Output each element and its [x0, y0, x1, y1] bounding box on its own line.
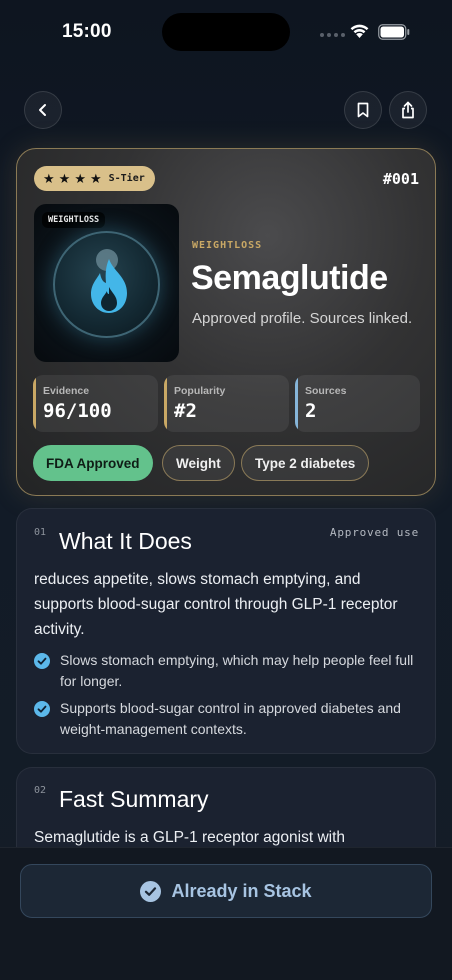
stat-accent-bar: [295, 375, 298, 432]
dynamic-island: [162, 13, 290, 51]
compound-hero-card: ★ ★ ★ ★ S-Tier #001 WEIGHTLOSS WEIGHTLOS…: [16, 148, 436, 496]
stat-value: 96/100: [43, 400, 112, 422]
back-arrow-icon: [39, 104, 46, 116]
already-in-stack-button[interactable]: Already in Stack: [20, 864, 432, 918]
star-icon: ★: [58, 171, 71, 186]
check-icon: [34, 653, 50, 669]
compound-category: WEIGHTLOSS: [192, 240, 263, 251]
section-number: 02: [34, 785, 47, 796]
chip-type-2-diabetes[interactable]: Type 2 diabetes: [241, 445, 370, 481]
share-icon: [402, 101, 414, 119]
stat-evidence: Evidence 96/100: [33, 375, 158, 432]
section-note: Approved use: [329, 526, 419, 539]
stat-value: #2: [174, 400, 197, 422]
section-title: Fast Summary: [59, 786, 209, 812]
rank-number: #001: [382, 170, 419, 188]
stat-label: Evidence: [43, 385, 90, 397]
star-icon: ★: [89, 171, 102, 186]
section-number: 01: [34, 527, 47, 538]
tier-badge: ★ ★ ★ ★ S-Tier: [34, 166, 155, 191]
bookmark-icon: [357, 102, 369, 118]
chip-weight[interactable]: Weight: [162, 445, 235, 481]
flame-icon: [91, 259, 127, 313]
status-time: 15:00: [62, 21, 112, 42]
stat-sources[interactable]: Sources 2: [295, 375, 420, 432]
cellular-signal-icon: [320, 33, 345, 37]
compound-tagline: Approved profile. Sources linked.: [192, 310, 413, 327]
what-it-does-section: 01 What It Does Approved use reduces app…: [16, 508, 436, 754]
star-icon: ★: [43, 171, 55, 186]
tier-label: S-Tier: [108, 173, 145, 184]
section-title: What It Does: [59, 528, 192, 554]
battery-icon: [378, 24, 410, 40]
star-icon: ★: [74, 171, 86, 186]
stat-accent-bar: [33, 375, 36, 432]
artwork-category-tag: WEIGHTLOSS: [42, 212, 106, 228]
stat-label: Sources: [305, 385, 347, 397]
compound-artwork: WEIGHTLOSS: [34, 204, 179, 362]
stat-value: 2: [305, 400, 317, 422]
wifi-icon: [350, 24, 369, 38]
back-button[interactable]: [24, 91, 62, 129]
status-bar: 15:00: [0, 0, 452, 64]
check-icon: [34, 701, 50, 717]
artwork-orb: [53, 231, 160, 338]
list-item-text: Supports blood-sugar control in approved…: [60, 700, 401, 737]
stat-label: Popularity: [174, 385, 226, 397]
section-body: reduces appetite, slows stomach emptying…: [34, 571, 398, 638]
button-label: Already in Stack: [171, 880, 312, 901]
list-item: Supports blood-sugar control in approved…: [34, 698, 424, 740]
bottom-action-bar: Already in Stack: [0, 847, 452, 980]
list-item: Slows stomach emptying, which may help p…: [34, 650, 424, 692]
stat-accent-bar: [164, 375, 167, 432]
check-circle-icon: [140, 880, 162, 902]
share-button[interactable]: [389, 91, 427, 129]
chip-fda-approved[interactable]: FDA Approved: [33, 445, 153, 481]
stat-popularity: Popularity #2: [164, 375, 289, 432]
list-item-text: Slows stomach emptying, which may help p…: [60, 652, 414, 689]
bookmark-button[interactable]: [344, 91, 382, 129]
compound-title: Semaglutide: [191, 259, 388, 297]
